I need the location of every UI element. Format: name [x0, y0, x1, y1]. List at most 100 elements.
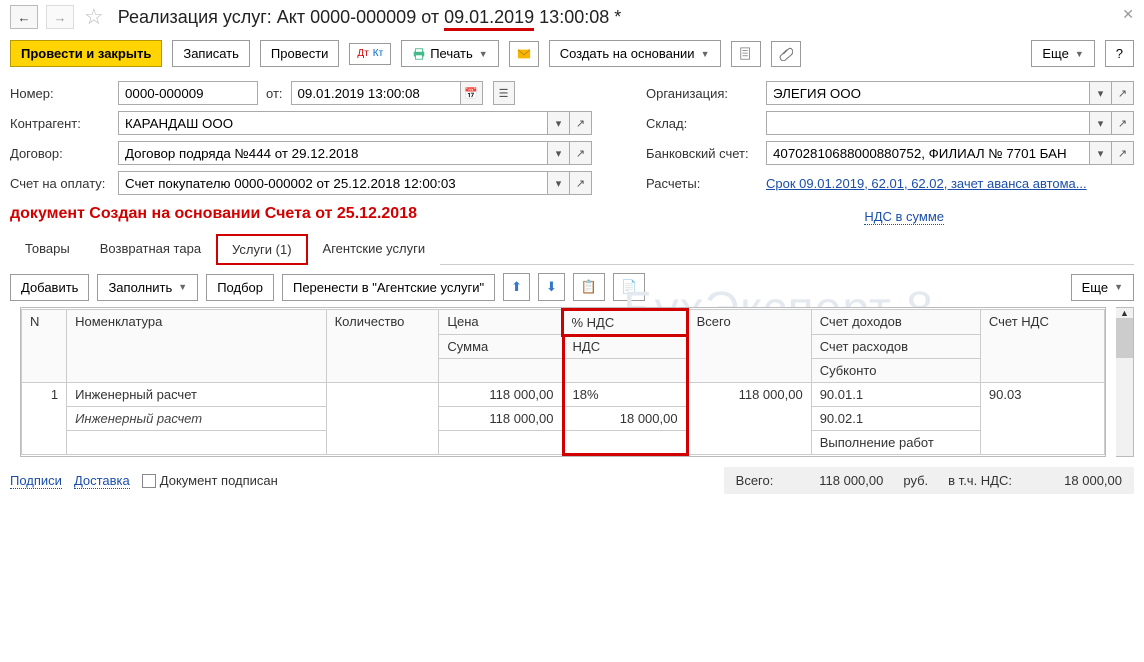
- bank-open[interactable]: ↗: [1112, 141, 1134, 165]
- table-more-label: Еще: [1082, 280, 1108, 295]
- signed-label: Документ подписан: [160, 473, 278, 488]
- cell-nom2: Инженерный расчет: [67, 407, 326, 431]
- invoice-open[interactable]: ↗: [570, 171, 592, 195]
- clip-icon: [779, 47, 793, 61]
- contract-dropdown[interactable]: ▾: [548, 141, 570, 165]
- org-label: Организация:: [646, 86, 766, 101]
- cell-vat2: [563, 431, 687, 455]
- th-price: Цена: [439, 310, 563, 335]
- help-button[interactable]: ?: [1105, 40, 1134, 67]
- printer-icon: [412, 47, 426, 61]
- attach-button[interactable]: [771, 41, 801, 67]
- cell-n: 1: [22, 383, 67, 455]
- files-button[interactable]: [731, 41, 761, 67]
- bank-dropdown[interactable]: ▾: [1090, 141, 1112, 165]
- cell-nom: Инженерный расчет: [67, 383, 326, 407]
- cell-nom3: [67, 431, 326, 455]
- fill-button[interactable]: Заполнить▼: [97, 274, 198, 301]
- warehouse-dropdown[interactable]: ▾: [1090, 111, 1112, 135]
- tab-agent[interactable]: Агентские услуги: [308, 234, 441, 265]
- forward-button[interactable]: →: [46, 5, 74, 29]
- cell-total: 118 000,00: [687, 383, 811, 455]
- warehouse-label: Склад:: [646, 116, 766, 131]
- post-close-button[interactable]: Провести и закрыть: [10, 40, 162, 67]
- calendar-icon[interactable]: 📅: [461, 81, 483, 105]
- services-table[interactable]: N Номенклатура Количество Цена % НДС Все…: [21, 308, 1105, 456]
- org-open[interactable]: ↗: [1112, 81, 1134, 105]
- org-field[interactable]: [766, 81, 1090, 105]
- tab-tare[interactable]: Возвратная тара: [85, 234, 216, 265]
- contract-field[interactable]: [118, 141, 548, 165]
- org-dropdown[interactable]: ▾: [1090, 81, 1112, 105]
- contr-dropdown[interactable]: ▾: [548, 111, 570, 135]
- th-vat: НДС: [563, 335, 687, 359]
- contract-label: Договор:: [10, 146, 118, 161]
- mode-icon[interactable]: ☰: [493, 81, 515, 105]
- up-button[interactable]: ⬆: [503, 273, 530, 301]
- warehouse-field[interactable]: [766, 111, 1090, 135]
- th-empty2: [563, 359, 687, 383]
- star-icon[interactable]: ☆: [84, 4, 104, 30]
- sheet-icon: [739, 47, 753, 61]
- table-more-button[interactable]: Еще▼: [1071, 274, 1134, 301]
- vat-mode-link[interactable]: НДС в сумме: [864, 209, 944, 225]
- save-button[interactable]: Записать: [172, 40, 250, 67]
- th-empty1: [439, 359, 563, 383]
- bank-field[interactable]: [766, 141, 1090, 165]
- paste-button[interactable]: 📄: [613, 273, 645, 301]
- post-button[interactable]: Провести: [260, 40, 340, 67]
- cell-subconto: Выполнение работ: [811, 431, 980, 455]
- tab-goods[interactable]: Товары: [10, 234, 85, 265]
- contr-field[interactable]: [118, 111, 548, 135]
- down-button[interactable]: ⬇: [538, 273, 565, 301]
- table-row[interactable]: Выполнение работ: [22, 431, 1105, 455]
- copy-button[interactable]: 📋: [573, 273, 605, 301]
- title-prefix: Реализация услуг: Акт 0000-000009 от: [118, 7, 444, 27]
- fill-label: Заполнить: [108, 280, 172, 295]
- title-date: 09.01.2019: [444, 7, 534, 31]
- invoice-label: Счет на оплату:: [10, 176, 118, 191]
- create-basis-button[interactable]: Создать на основании▼: [549, 40, 721, 67]
- move-button[interactable]: Перенести в "Агентские услуги": [282, 274, 495, 301]
- cell-income: 90.01.1: [811, 383, 980, 407]
- close-icon[interactable]: ✕: [1122, 6, 1134, 23]
- create-basis-label: Создать на основании: [560, 46, 695, 61]
- signatures-link[interactable]: Подписи: [10, 473, 62, 489]
- print-label: Печать: [430, 46, 473, 61]
- tab-services[interactable]: Услуги (1): [216, 234, 307, 265]
- cell-vat-acc: 90.03: [980, 383, 1104, 455]
- print-button[interactable]: Печать▼: [401, 40, 499, 67]
- red-note: документ Создан на основании Счета от 25…: [0, 203, 427, 229]
- select-button[interactable]: Подбор: [206, 274, 274, 301]
- th-expense: Счет расходов: [811, 335, 980, 359]
- calc-link[interactable]: Срок 09.01.2019, 62.01, 62.02, зачет ава…: [766, 176, 1087, 191]
- invoice-field[interactable]: [118, 171, 548, 195]
- signed-checkbox[interactable]: Документ подписан: [142, 473, 278, 489]
- invoice-dropdown[interactable]: ▾: [548, 171, 570, 195]
- more-button[interactable]: Еще▼: [1031, 40, 1094, 67]
- total-label: Всего:: [736, 473, 774, 488]
- contr-open[interactable]: ↗: [570, 111, 592, 135]
- vertical-scrollbar[interactable]: ▲: [1116, 307, 1134, 457]
- cell-expense: 90.02.1: [811, 407, 980, 431]
- page-title: Реализация услуг: Акт 0000-000009 от 09.…: [118, 7, 622, 28]
- mail-icon: [517, 47, 531, 61]
- th-vat-pct: % НДС: [563, 310, 687, 335]
- date-field[interactable]: [291, 81, 461, 105]
- total-value: 118 000,00: [793, 473, 883, 488]
- number-label: Номер:: [10, 86, 118, 101]
- vat-label: в т.ч. НДС:: [948, 473, 1012, 488]
- delivery-link[interactable]: Доставка: [74, 473, 130, 489]
- th-subconto: Субконто: [811, 359, 980, 383]
- number-field[interactable]: [118, 81, 258, 105]
- contract-open[interactable]: ↗: [570, 141, 592, 165]
- th-income: Счет доходов: [811, 310, 980, 335]
- table-row[interactable]: 1 Инженерный расчет 118 000,00 18% 118 0…: [22, 383, 1105, 407]
- dtkt-button[interactable]: ДтКт: [349, 43, 391, 65]
- mail-button[interactable]: [509, 41, 539, 67]
- table-row[interactable]: Инженерный расчет 118 000,00 18 000,00 9…: [22, 407, 1105, 431]
- warehouse-open[interactable]: ↗: [1112, 111, 1134, 135]
- cell-qty: [326, 383, 439, 455]
- back-button[interactable]: ←: [10, 5, 38, 29]
- add-button[interactable]: Добавить: [10, 274, 89, 301]
